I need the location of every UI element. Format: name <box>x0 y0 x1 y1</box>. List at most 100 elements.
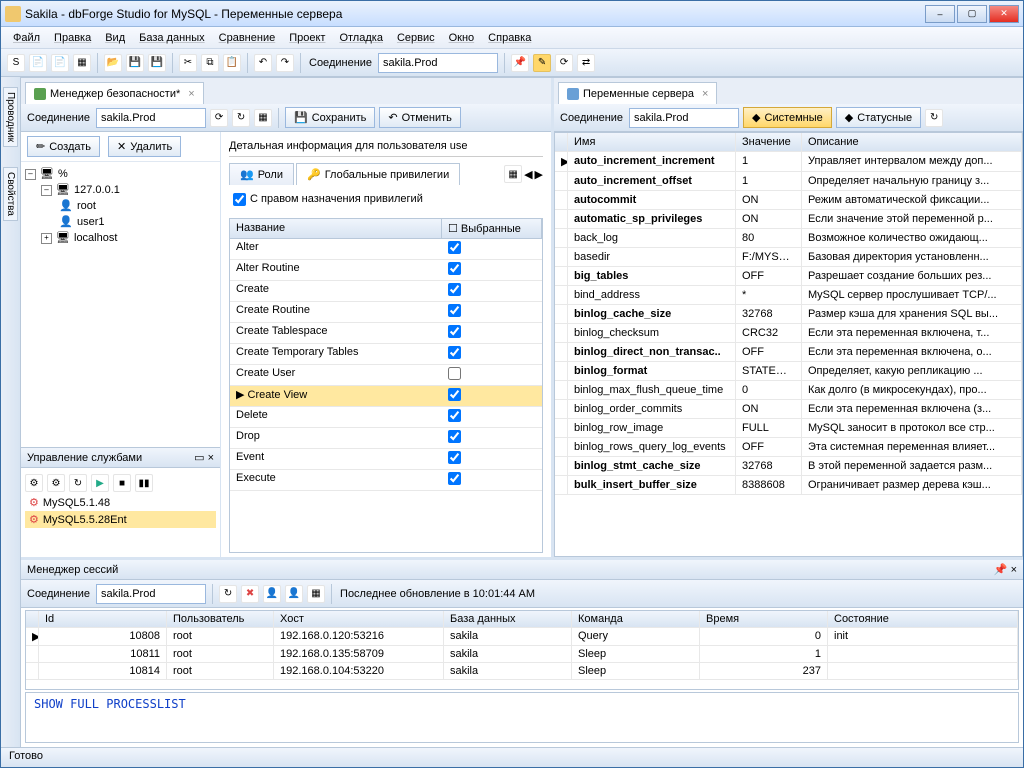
priv-row[interactable]: Delete <box>230 407 542 428</box>
session-row[interactable]: 10814root192.168.0.104:53220sakilaSleep2… <box>26 663 1018 680</box>
menu-Отладка[interactable]: Отладка <box>333 30 388 46</box>
tree-user[interactable]: user1 <box>77 216 105 228</box>
play-icon[interactable]: ▶ <box>91 474 109 492</box>
stop-icon[interactable]: ■ <box>113 474 131 492</box>
maximize-button[interactable]: ▢ <box>957 5 987 23</box>
close-icon[interactable]: × <box>1011 564 1017 576</box>
grant-checkbox[interactable]: С правом назначения привилегий <box>233 193 423 205</box>
system-toggle[interactable]: ◆ Системные <box>743 107 832 128</box>
col-name[interactable]: Название <box>230 219 442 238</box>
connection-combo[interactable] <box>96 108 206 128</box>
create-button[interactable]: ✏ Создать <box>27 136 100 157</box>
pin-icon[interactable]: 📌 <box>994 563 1008 576</box>
new-sql-icon[interactable]: S <box>7 54 25 72</box>
undo-icon[interactable]: ↶ <box>254 54 272 72</box>
refresh2-icon[interactable]: ↻ <box>232 109 250 127</box>
paste-icon[interactable]: 📋 <box>223 54 241 72</box>
pin-icon[interactable]: 📌 <box>511 54 529 72</box>
menu-Вид[interactable]: Вид <box>99 30 131 46</box>
arrow-right-icon[interactable]: ▶ <box>535 168 543 181</box>
priv-row[interactable]: Create Tablespace <box>230 323 542 344</box>
service-item[interactable]: ⚙MySQL5.1.48 <box>25 494 216 511</box>
tab-global-privs[interactable]: 🔑Глобальные привилегии <box>296 163 460 185</box>
priv-row[interactable]: Execute <box>230 470 542 491</box>
var-row[interactable]: binlog_rows_query_log_eventsOFFЭта систе… <box>555 438 1022 457</box>
window-icon[interactable]: ▭ <box>194 451 204 464</box>
menu-Справка[interactable]: Справка <box>482 30 537 46</box>
priv-row[interactable]: ▶ Create View <box>230 386 542 407</box>
var-row[interactable]: basedirF:/MYSQL...Базовая директория уст… <box>555 248 1022 267</box>
refresh-icon[interactable]: ⟳ <box>210 109 228 127</box>
var-row[interactable]: ▶auto_increment_increment1Управляет инте… <box>555 152 1022 172</box>
table-icon[interactable]: ▦ <box>73 54 91 72</box>
kill-icon[interactable]: ✖ <box>241 585 259 603</box>
priv-row[interactable]: Create User <box>230 365 542 386</box>
var-row[interactable]: binlog_checksumCRC32Если эта переменная … <box>555 324 1022 343</box>
pause-icon[interactable]: ▮▮ <box>135 474 153 492</box>
tree-user[interactable]: root <box>77 200 96 212</box>
kill2-icon[interactable]: 👤 <box>285 585 303 603</box>
history-icon[interactable]: ⟳ <box>555 54 573 72</box>
menu-Сравнение[interactable]: Сравнение <box>213 30 282 46</box>
arrow-left-icon[interactable]: ◀ <box>524 168 532 181</box>
tree-host[interactable]: 127.0.0.1 <box>74 184 120 196</box>
var-row[interactable]: big_tablesOFFРазрешает создание больших … <box>555 267 1022 286</box>
menu-Проект[interactable]: Проект <box>283 30 331 46</box>
gear-icon[interactable]: ⚙ <box>25 474 43 492</box>
delete-button[interactable]: ✕ Удалить <box>108 136 181 157</box>
open-icon[interactable]: 📂 <box>104 54 122 72</box>
priv-row[interactable]: Event <box>230 449 542 470</box>
copy-icon[interactable]: ⧉ <box>201 54 219 72</box>
connection-combo[interactable] <box>629 108 739 128</box>
tab-roles[interactable]: 👥Роли <box>229 163 294 185</box>
compare-icon[interactable]: ⇄ <box>577 54 595 72</box>
edit-icon[interactable]: ✎ <box>533 54 551 72</box>
var-row[interactable]: binlog_max_flush_queue_time0Как долго (в… <box>555 381 1022 400</box>
var-row[interactable]: automatic_sp_privilegesONЕсли значение э… <box>555 210 1022 229</box>
refresh-icon[interactable]: ↻ <box>69 474 87 492</box>
tab-security-manager[interactable]: Менеджер безопасности* × <box>25 82 204 104</box>
save-icon[interactable]: 💾 <box>126 54 144 72</box>
menu-База данных[interactable]: База данных <box>133 30 211 46</box>
sidebar-properties-tab[interactable]: Свойства <box>3 167 18 221</box>
var-row[interactable]: binlog_row_imageFULLMySQL заносит в прот… <box>555 419 1022 438</box>
session-row[interactable]: 10811root192.168.0.135:58709sakilaSleep1 <box>26 646 1018 663</box>
close-button[interactable]: ✕ <box>989 5 1019 23</box>
options-icon[interactable]: ▦ <box>504 165 522 183</box>
new-file-icon[interactable]: 📄 <box>51 54 69 72</box>
menu-Сервис[interactable]: Сервис <box>391 30 441 46</box>
tab-server-vars[interactable]: Переменные сервера × <box>558 82 717 104</box>
session-row[interactable]: ▶10808root192.168.0.120:53216sakilaQuery… <box>26 628 1018 646</box>
priv-row[interactable]: Drop <box>230 428 542 449</box>
refresh-icon[interactable]: ↻ <box>219 585 237 603</box>
var-row[interactable]: binlog_order_commitsONЕсли эта переменна… <box>555 400 1022 419</box>
priv-row[interactable]: Create Routine <box>230 302 542 323</box>
var-row[interactable]: auto_increment_offset1Определяет начальн… <box>555 172 1022 191</box>
priv-row[interactable]: Alter Routine <box>230 260 542 281</box>
var-row[interactable]: binlog_cache_size32768Размер кэша для хр… <box>555 305 1022 324</box>
tree-root[interactable]: % <box>58 168 68 180</box>
cancel-button[interactable]: ↶ Отменить <box>379 107 460 128</box>
service-item[interactable]: ⚙MySQL5.5.28Ent <box>25 511 216 528</box>
col-selected[interactable]: ☐ Выбранные <box>442 219 542 238</box>
priv-row[interactable]: Create Temporary Tables <box>230 344 542 365</box>
var-row[interactable]: bind_address*MySQL сервер прослушивает T… <box>555 286 1022 305</box>
grid-icon[interactable]: ▦ <box>307 585 325 603</box>
nav-icon[interactable]: ▦ <box>254 109 272 127</box>
redo-icon[interactable]: ↷ <box>276 54 294 72</box>
close-icon[interactable]: × <box>188 88 194 100</box>
var-row[interactable]: binlog_formatSTATEMENTОпределяет, какую … <box>555 362 1022 381</box>
close-icon[interactable]: × <box>208 452 214 464</box>
sidebar-explorer-tab[interactable]: Проводник <box>3 87 18 147</box>
var-row[interactable]: bulk_insert_buffer_size8388608Ограничива… <box>555 476 1022 495</box>
menu-Файл[interactable]: Файл <box>7 30 46 46</box>
connection-combo[interactable] <box>378 53 498 73</box>
users-tree[interactable]: –🖥% –🖥127.0.0.1 👤root 👤user1 +🖥localhost <box>21 162 220 447</box>
cut-icon[interactable]: ✂ <box>179 54 197 72</box>
var-row[interactable]: binlog_stmt_cache_size32768В этой переме… <box>555 457 1022 476</box>
priv-row[interactable]: Alter <box>230 239 542 260</box>
menu-Правка[interactable]: Правка <box>48 30 97 46</box>
tree-localhost[interactable]: localhost <box>74 232 117 244</box>
var-row[interactable]: autocommitONРежим автоматической фиксаци… <box>555 191 1022 210</box>
user-icon[interactable]: 👤 <box>263 585 281 603</box>
